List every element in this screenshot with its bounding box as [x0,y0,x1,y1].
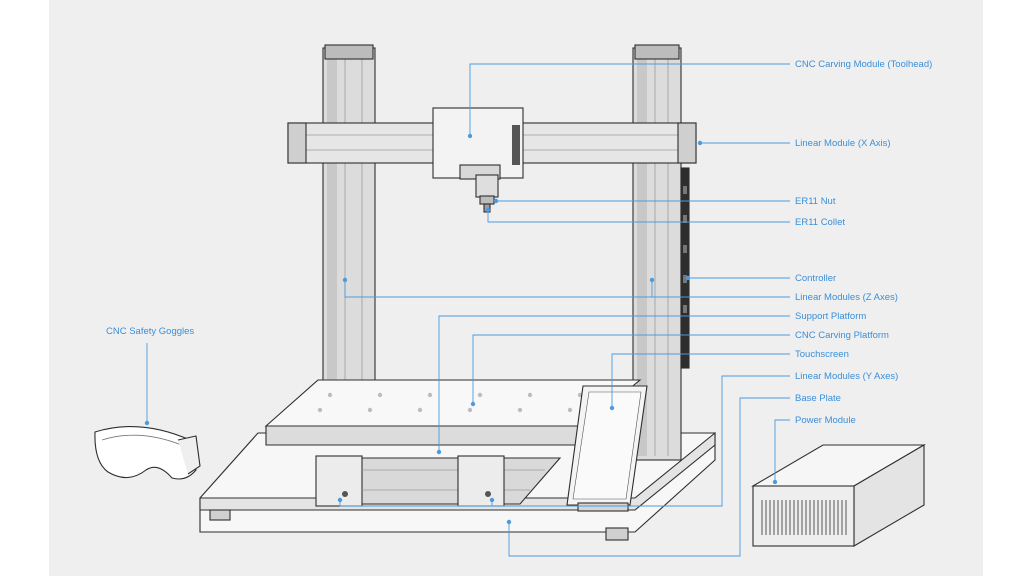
y-axis-left [316,456,560,506]
label-carving-platform: CNC Carving Platform [795,330,889,341]
label-er11-collet: ER11 Collet [795,217,845,228]
cnc-machine-diagram [0,0,1024,576]
label-touchscreen: Touchscreen [795,349,849,360]
label-toolhead: CNC Carving Module (Toolhead) [795,59,932,70]
label-support-platform: Support Platform [795,311,866,322]
controller [681,168,689,368]
label-base-plate: Base Plate [795,393,841,404]
label-z-axes: Linear Modules (Z Axes) [795,292,898,303]
label-x-axis: Linear Module (X Axis) [795,138,891,149]
label-y-axes: Linear Modules (Y Axes) [795,371,898,382]
label-goggles: CNC Safety Goggles [106,326,194,337]
label-er11-nut: ER11 Nut [795,196,835,207]
z-axis-left [323,45,375,400]
label-controller: Controller [795,273,836,284]
power-module [753,445,924,546]
label-power-module: Power Module [795,415,856,426]
safety-goggles [95,427,200,479]
cnc-machine [200,45,715,540]
toolhead [433,108,523,212]
